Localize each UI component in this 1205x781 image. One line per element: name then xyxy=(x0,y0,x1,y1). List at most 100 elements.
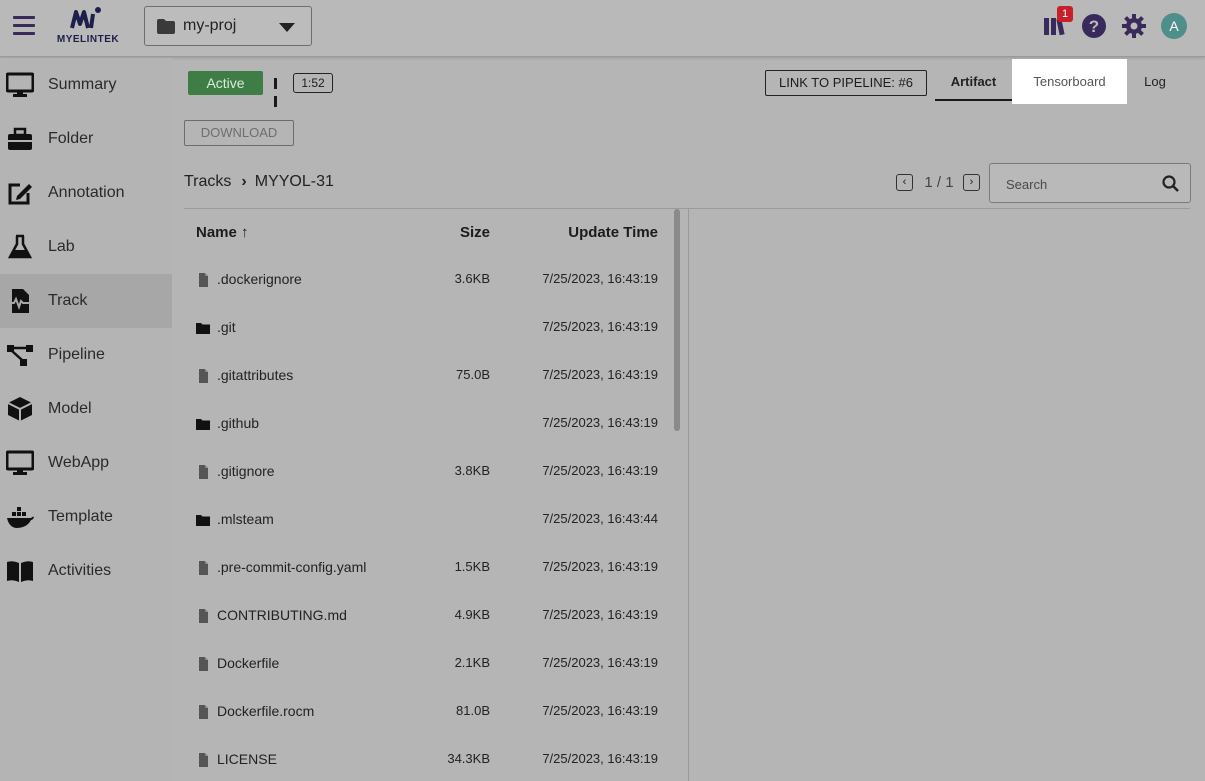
update-time: 7/25/2023, 16:43:19 xyxy=(542,367,658,382)
folder-icon xyxy=(196,417,210,431)
sidebar-item-pipeline[interactable]: Pipeline xyxy=(0,328,172,382)
tab-artifact[interactable]: Artifact xyxy=(935,59,1012,104)
toolbox-icon xyxy=(8,127,32,150)
update-time: 7/25/2023, 16:43:19 xyxy=(542,271,658,286)
breadcrumb-root[interactable]: Tracks xyxy=(184,173,231,190)
update-time: 7/25/2023, 16:43:19 xyxy=(542,655,658,670)
column-header-update-time[interactable]: Update Time xyxy=(520,224,658,241)
link-to-pipeline-button[interactable]: LINK TO PIPELINE: #6 xyxy=(765,70,927,96)
logo[interactable]: MYELINTEK xyxy=(52,6,124,48)
sidebar-item-track[interactable]: Track xyxy=(0,274,172,328)
sidebar-item-label: Model xyxy=(48,400,92,417)
table-row[interactable]: .github 7/25/2023, 16:43:19 xyxy=(186,400,671,448)
logo-text: MYELINTEK xyxy=(56,34,120,45)
project-name: my-proj xyxy=(183,17,237,34)
column-header-name[interactable]: Name ↑ xyxy=(196,224,249,241)
tab-log[interactable]: Log xyxy=(1127,59,1183,104)
sidebar-item-label: Annotation xyxy=(48,184,125,201)
sidebar-item-activities[interactable]: Activities xyxy=(0,544,172,598)
column-header-size[interactable]: Size xyxy=(430,224,490,241)
elapsed-time: 1:52 xyxy=(293,73,333,93)
column-header-label: Name xyxy=(196,224,237,241)
update-time: 7/25/2023, 16:43:19 xyxy=(542,607,658,622)
notification-badge: 1 xyxy=(1057,6,1073,22)
page-indicator: 1 / 1 xyxy=(924,174,954,191)
sidebar-item-label: WebApp xyxy=(48,454,110,471)
status-badge: Active xyxy=(188,71,263,95)
file-icon xyxy=(196,369,210,383)
file-size: 34.3KB xyxy=(447,751,490,766)
sidebar-item-annotation[interactable]: Annotation xyxy=(0,166,172,220)
book-icon xyxy=(7,561,33,582)
search-icon[interactable] xyxy=(1162,175,1179,192)
file-name: .mlsteam xyxy=(217,511,274,527)
file-size: 75.0B xyxy=(456,367,490,382)
file-icon xyxy=(196,705,210,719)
sidebar-item-summary[interactable]: Summary xyxy=(0,58,172,112)
sidebar-item-template[interactable]: Template xyxy=(0,490,172,544)
file-size: 4.9KB xyxy=(454,607,490,622)
file-icon xyxy=(196,273,210,287)
file-name: .github xyxy=(217,415,260,431)
monitor-icon xyxy=(6,450,34,475)
avatar[interactable]: A xyxy=(1161,13,1187,39)
update-time: 7/25/2023, 16:43:19 xyxy=(542,703,658,718)
sidebar-item-label: Folder xyxy=(48,130,94,147)
prev-page-button[interactable]: ‹ xyxy=(896,174,913,191)
update-time: 7/25/2023, 16:43:19 xyxy=(542,415,658,430)
panel-divider xyxy=(688,208,689,781)
file-name: .pre-commit-config.yaml xyxy=(217,559,367,575)
file-size: 3.6KB xyxy=(454,271,490,286)
svg-text:?: ? xyxy=(1089,17,1099,36)
project-select[interactable]: my-proj xyxy=(144,6,312,46)
help-icon[interactable]: ? xyxy=(1081,13,1107,39)
file-size: 81.0B xyxy=(456,703,490,718)
breadcrumb: Tracks › MYYOL-31 xyxy=(184,173,334,191)
file-size: 1.5KB xyxy=(454,559,490,574)
table-row[interactable]: Dockerfile.rocm 81.0B 7/25/2023, 16:43:19 xyxy=(186,688,671,736)
table-row[interactable]: .pre-commit-config.yaml 1.5KB 7/25/2023, 1… xyxy=(186,544,671,592)
table-row[interactable]: .dockerignore 3.6KB 7/25/2023, 16:43:19 xyxy=(186,256,671,304)
logo-mark-icon xyxy=(70,7,101,29)
table-row[interactable]: .gitignore 3.8KB 7/25/2023, 16:43:19 xyxy=(186,448,671,496)
file-name: Dockerfile xyxy=(217,655,280,671)
tab-tensorboard[interactable]: Tensorboard xyxy=(1012,59,1127,104)
pause-icon[interactable] xyxy=(274,76,282,107)
sidebar-item-webapp[interactable]: WebApp xyxy=(0,436,172,490)
table-row[interactable]: LICENSE 34.3KB 7/25/2023, 16:43:19 xyxy=(186,736,671,781)
download-button[interactable]: DOWNLOAD xyxy=(184,120,294,146)
sidebar-item-folder[interactable]: Folder xyxy=(0,112,172,166)
table-row[interactable]: CONTRIBUTING.md 4.9KB 7/25/2023, 16:43:19 xyxy=(186,592,671,640)
table-row[interactable]: .mlsteam 7/25/2023, 16:43:44 xyxy=(186,496,671,544)
breadcrumb-current: MYYOL-31 xyxy=(254,173,334,190)
sidebar-item-label: Pipeline xyxy=(48,346,105,363)
update-time: 7/25/2023, 16:43:19 xyxy=(542,319,658,334)
table-scrollbar[interactable] xyxy=(674,209,680,431)
file-size: 2.1KB xyxy=(454,655,490,670)
sidebar-item-label: Summary xyxy=(48,76,117,93)
gear-icon[interactable] xyxy=(1121,13,1147,39)
sidebar-item-label: Lab xyxy=(48,238,75,255)
update-time: 7/25/2023, 16:43:19 xyxy=(542,463,658,478)
chevron-right-icon: › xyxy=(241,173,247,190)
flask-icon xyxy=(7,234,33,259)
file-name: .dockerignore xyxy=(217,271,302,287)
file-name: .git xyxy=(217,319,236,335)
update-time: 7/25/2023, 16:43:19 xyxy=(542,559,658,574)
file-size: 3.8KB xyxy=(454,463,490,478)
table-row[interactable]: Dockerfile 2.1KB 7/25/2023, 16:43:19 xyxy=(186,640,671,688)
search-input[interactable] xyxy=(1006,174,1156,194)
sidebar-item-model[interactable]: Model xyxy=(0,382,172,436)
next-page-button[interactable]: › xyxy=(963,174,980,191)
table-row[interactable]: .gitattributes 75.0B 7/25/2023, 16:43:19 xyxy=(186,352,671,400)
sidebar-item-lab[interactable]: Lab xyxy=(0,220,172,274)
sort-arrow-up-icon: ↑ xyxy=(241,224,249,241)
table-row[interactable]: .git 7/25/2023, 16:43:19 xyxy=(186,304,671,352)
search-box xyxy=(989,163,1191,203)
sidebar: Summary Folder Annotation Lab Track Pipe… xyxy=(0,58,172,781)
menu-icon[interactable] xyxy=(13,16,35,36)
top-header: MYELINTEK my-proj 1 ? A xyxy=(0,0,1205,57)
file-name: Dockerfile.rocm xyxy=(217,703,315,719)
update-time: 7/25/2023, 16:43:19 xyxy=(542,751,658,766)
file-name: .gitignore xyxy=(217,463,275,479)
